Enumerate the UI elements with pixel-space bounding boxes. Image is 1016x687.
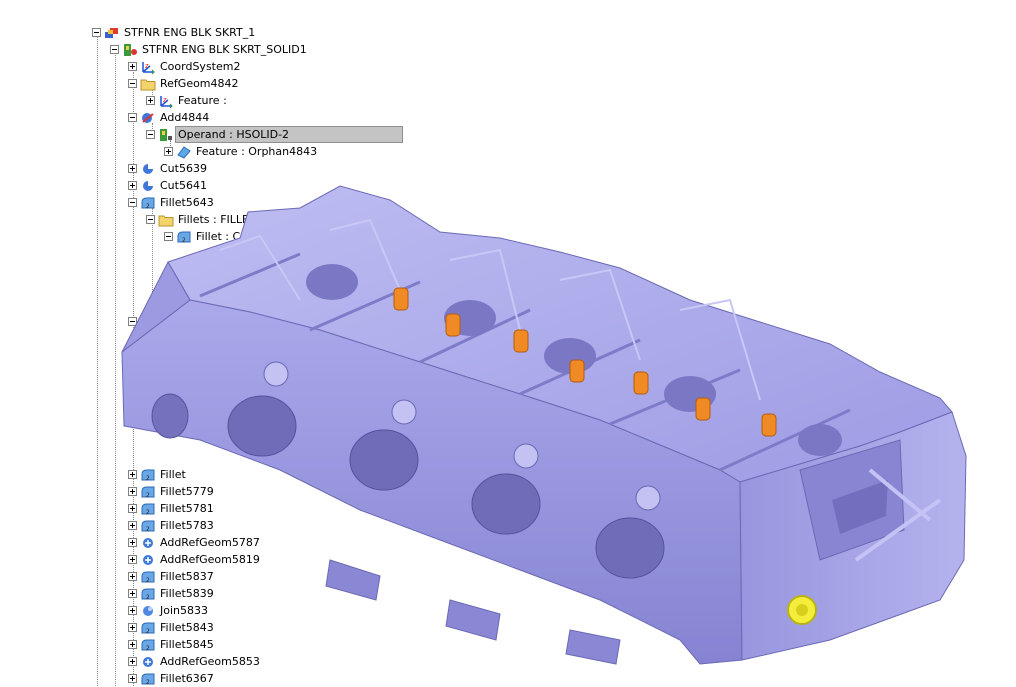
engine-cylinder-head-model bbox=[121, 185, 967, 665]
viewport-3d[interactable] bbox=[0, 0, 1016, 686]
